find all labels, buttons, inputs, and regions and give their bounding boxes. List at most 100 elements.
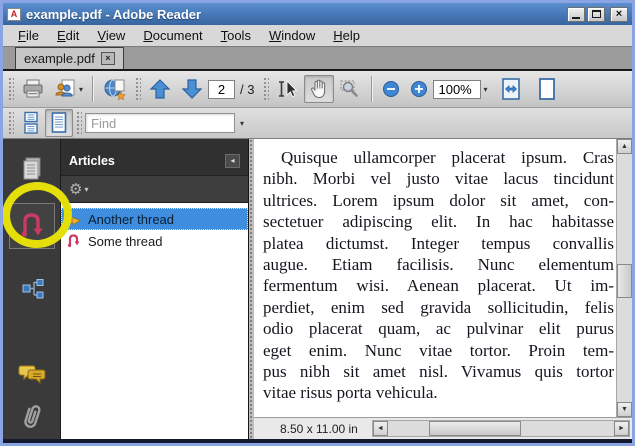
marquee-zoom-icon bbox=[338, 78, 362, 100]
menu-document[interactable]: Document bbox=[134, 26, 211, 45]
tab-close-icon[interactable]: × bbox=[101, 52, 115, 65]
tab-example-pdf[interactable]: example.pdf × bbox=[15, 47, 124, 69]
marquee-zoom-button[interactable] bbox=[334, 75, 366, 103]
adobe-reader-window: A example.pdf - Adobe Reader × File Edit… bbox=[0, 0, 635, 446]
content-area: Articles ◂ ⚙ ▾ Another thread bbox=[3, 139, 632, 439]
articles-panel-button[interactable] bbox=[9, 203, 55, 249]
next-page-button[interactable] bbox=[176, 75, 208, 103]
menu-window[interactable]: Window bbox=[260, 26, 324, 45]
web-capture-button[interactable] bbox=[98, 75, 132, 103]
tab-bar: example.pdf × bbox=[3, 47, 632, 71]
scroll-up-icon[interactable]: ▲ bbox=[617, 139, 632, 154]
zoom-out-button[interactable] bbox=[377, 75, 405, 103]
articles-list: Another thread Some thread bbox=[61, 203, 248, 439]
toolbar-separator bbox=[371, 76, 372, 102]
document-text-line: sectetuer adipiscing elit. In hac habita… bbox=[263, 211, 614, 232]
status-bar: 8.50 x 11.00 in ◄ ► bbox=[254, 417, 632, 439]
document-text-line: odio placerat quam, ac pulvinar elit pur… bbox=[263, 318, 614, 339]
menu-edit[interactable]: Edit bbox=[48, 26, 88, 45]
article-thread-icon bbox=[66, 233, 82, 249]
minimize-button[interactable] bbox=[567, 7, 585, 22]
article-item-another-thread[interactable]: Another thread bbox=[61, 208, 248, 230]
menu-tools[interactable]: Tools bbox=[212, 26, 260, 45]
fit-width-button[interactable] bbox=[496, 75, 526, 103]
find-caret-icon[interactable]: ▾ bbox=[240, 119, 244, 128]
vertical-scrollbar[interactable]: ▲ ▼ bbox=[616, 139, 632, 417]
hand-tool-button[interactable] bbox=[304, 75, 334, 103]
attachments-panel-button[interactable] bbox=[17, 401, 47, 436]
page-display-toolbar: ▾ bbox=[3, 108, 632, 139]
collaborate-icon bbox=[53, 78, 77, 100]
minimize-icon bbox=[572, 17, 580, 19]
menu-file[interactable]: File bbox=[9, 26, 48, 45]
article-item-label: Some thread bbox=[88, 234, 162, 249]
page-view-icon bbox=[536, 77, 558, 101]
close-button[interactable]: × bbox=[610, 7, 628, 22]
print-button[interactable] bbox=[17, 75, 49, 103]
zoom-caret-icon[interactable]: ▾ bbox=[483, 85, 487, 94]
panel-title: Articles bbox=[69, 154, 115, 168]
zoom-in-button[interactable] bbox=[405, 75, 433, 103]
document-text-line: perdiet, enim sed gravida sollicitudin, … bbox=[263, 297, 614, 318]
page-down-icon bbox=[180, 77, 204, 101]
menu-help[interactable]: Help bbox=[324, 26, 369, 45]
menu-bar: File Edit View Document Tools Window Hel… bbox=[3, 25, 632, 47]
panel-collapse-button[interactable]: ◂ bbox=[225, 154, 240, 168]
hand-tool-icon bbox=[308, 78, 330, 100]
articles-panel: Articles ◂ ⚙ ▾ Another thread bbox=[61, 139, 249, 439]
document-column: Quisque ullamcorper placerat ipsum. Cras… bbox=[254, 139, 632, 439]
panel-options-bar: ⚙ ▾ bbox=[61, 175, 248, 203]
document-text-line: Quisque ullamcorper placerat ipsum. Cras bbox=[263, 147, 614, 168]
comments-panel-button[interactable] bbox=[17, 361, 47, 390]
pages-panel-button[interactable] bbox=[19, 155, 45, 186]
single-page-view-button[interactable] bbox=[532, 75, 562, 103]
document-text-line: pus nibh sit amet nisl. Vivamus quis tor… bbox=[263, 361, 614, 382]
web-capture-icon bbox=[102, 77, 128, 101]
document-text-line: vitae risus porta vehicula. bbox=[263, 382, 614, 403]
find-input[interactable] bbox=[85, 113, 235, 133]
scroll-right-icon[interactable]: ► bbox=[614, 421, 629, 436]
fit-width-icon bbox=[500, 77, 522, 101]
page-count-label: / 3 bbox=[240, 82, 254, 97]
gear-icon[interactable]: ⚙ bbox=[69, 182, 82, 197]
page-number-input[interactable] bbox=[208, 80, 235, 99]
articles-panel-header: Articles ◂ bbox=[61, 147, 248, 175]
toolbar-grip[interactable] bbox=[8, 111, 14, 135]
paperclip-icon bbox=[17, 401, 47, 433]
toolbar-separator bbox=[92, 76, 93, 102]
article-item-some-thread[interactable]: Some thread bbox=[61, 230, 248, 252]
toolbar-grip[interactable] bbox=[263, 77, 269, 101]
zoom-level-input[interactable] bbox=[433, 80, 481, 99]
main-toolbar: ▾ / 3 bbox=[3, 71, 632, 108]
articles-icon bbox=[17, 210, 47, 242]
scroll-down-icon[interactable]: ▼ bbox=[617, 402, 632, 417]
collaborate-button[interactable]: ▾ bbox=[49, 75, 87, 103]
vertical-scrollbar-thumb[interactable] bbox=[617, 264, 632, 298]
options-caret-icon[interactable]: ▾ bbox=[84, 185, 88, 194]
select-tool-button[interactable] bbox=[272, 75, 304, 103]
single-page-mode-icon bbox=[49, 111, 69, 135]
page-size-label: 8.50 x 11.00 in bbox=[280, 422, 358, 436]
toolbar-grip[interactable] bbox=[8, 77, 14, 101]
toolbar-grip[interactable] bbox=[76, 111, 82, 135]
toolbar-grip[interactable] bbox=[135, 77, 141, 101]
document-view: Quisque ullamcorper placerat ipsum. Cras… bbox=[254, 139, 632, 417]
title-bar[interactable]: A example.pdf - Adobe Reader × bbox=[3, 3, 632, 25]
scroll-left-icon[interactable]: ◄ bbox=[373, 421, 388, 436]
document-text-line: fermentum wisi. Aenean placerat. Ut im- bbox=[263, 275, 614, 296]
single-page-mode-button[interactable] bbox=[45, 109, 73, 137]
article-item-label: Another thread bbox=[88, 212, 174, 227]
pages-icon bbox=[19, 155, 45, 183]
collaborate-caret-icon: ▾ bbox=[79, 85, 83, 94]
horizontal-scrollbar[interactable]: ◄ ► bbox=[372, 420, 630, 437]
scrolling-mode-button[interactable] bbox=[17, 109, 45, 137]
page-up-icon bbox=[148, 77, 172, 101]
layers-panel-button[interactable] bbox=[19, 277, 45, 304]
pdf-icon: A bbox=[7, 8, 21, 21]
document-text-line: ultrices. Lorem ipsum dolor sit amet, co… bbox=[263, 190, 614, 211]
zoom-out-icon bbox=[381, 79, 401, 99]
maximize-button[interactable] bbox=[587, 7, 605, 22]
previous-page-button[interactable] bbox=[144, 75, 176, 103]
horizontal-scrollbar-thumb[interactable] bbox=[429, 421, 521, 436]
menu-view[interactable]: View bbox=[88, 26, 134, 45]
